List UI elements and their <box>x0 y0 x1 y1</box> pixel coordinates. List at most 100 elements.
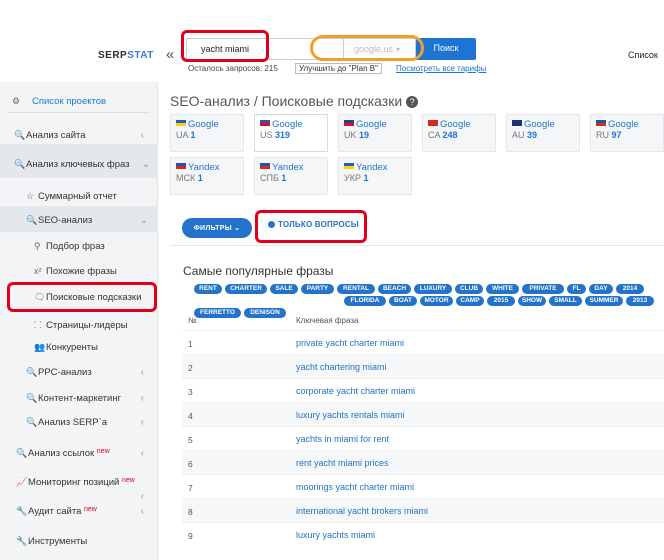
keyword-tag[interactable]: WHITE <box>486 284 519 294</box>
sidebar-item-competitors[interactable]: 👥Конкуренты <box>34 342 192 353</box>
serpstat-logo[interactable]: SERPSTAT <box>98 50 154 61</box>
sidebar-item-rank-tracking[interactable]: 📈Мониторинг позиций new ‹ <box>16 477 158 502</box>
keyword-tag[interactable]: RENTAL <box>337 284 375 294</box>
database-card-google-1[interactable]: Google UA 1 <box>170 114 244 152</box>
keyword-tag[interactable]: DAY <box>589 284 613 294</box>
column-header-number: № <box>188 316 197 325</box>
requests-left-text: Осталось запросов: 215 <box>188 64 278 73</box>
collapse-sidebar-icon[interactable]: « <box>166 46 174 63</box>
database-region-count: RU 97 <box>596 130 622 140</box>
row-number: 4 <box>188 411 193 421</box>
chevron-left-icon: ‹ <box>140 367 144 378</box>
keyword-tag[interactable]: LUXURY <box>414 284 452 294</box>
keyword-tag[interactable]: MOTOR <box>420 296 453 306</box>
only-questions-highlight-box <box>255 210 367 243</box>
sidebar-item-backlinks[interactable]: 🔍Анализ ссылок new ‹ <box>16 448 158 459</box>
keyword-tag[interactable]: FERRETTO <box>194 308 241 318</box>
filters-button[interactable]: ФИЛЬТРЫ ⌄ <box>182 218 252 238</box>
keyword-tag[interactable]: BEACH <box>378 284 411 294</box>
sidebar-item-site-audit[interactable]: 🔧Аудит сайта new ‹ <box>16 506 158 517</box>
flag-icon <box>428 120 438 126</box>
database-region-count: US 319 <box>260 130 291 140</box>
database-card-yandex-8[interactable]: Yandex СПБ 1 <box>254 157 328 195</box>
suggestions-highlight-box <box>7 282 157 312</box>
keyword-phrase-link[interactable]: moorings yacht charter miami <box>296 482 414 492</box>
keyword-phrase-link[interactable]: international yacht brokers miami <box>296 506 428 516</box>
search-icon: 🔍 <box>16 448 28 458</box>
sidebar-item-seo-analysis[interactable]: 🔍SEO-анализ ⌄ <box>26 215 158 226</box>
database-region-count: СПБ 1 <box>260 173 287 183</box>
keyword-tag[interactable]: CLUB <box>455 284 483 294</box>
keyword-phrase-link[interactable]: luxury yachts rentals miami <box>296 410 405 420</box>
sidebar-item-projects[interactable]: ⚙ Список проектов <box>12 96 170 107</box>
database-engine: Google <box>524 119 555 130</box>
database-card-yandex-7[interactable]: Yandex МСК 1 <box>170 157 244 195</box>
keyword-tag[interactable]: 2013 <box>626 296 654 306</box>
keyword-tag[interactable]: SHOW <box>518 296 546 306</box>
popular-tags-cloud: RENT CHARTER SALE PARTY RENTAL BEACH LUXURY CLU… <box>188 284 664 318</box>
top-bar: SERPSTAT « yacht miami google.us ▾ Поиск … <box>0 0 664 82</box>
sidebar-item-summary[interactable]: ☆ Суммарный отчет <box>26 191 184 202</box>
popular-phrases-title: Самые популярные фразы <box>183 264 334 278</box>
chevron-left-icon: ‹ <box>140 491 144 502</box>
keyword-tag[interactable]: DENISON <box>244 308 286 318</box>
wrench-icon: 🔧 <box>16 506 28 516</box>
new-badge: new <box>96 448 110 455</box>
row-number: 8 <box>188 507 193 517</box>
search-icon: 🔍 <box>26 367 38 377</box>
sidebar-item-tools[interactable]: 🔧Инструменты <box>16 536 174 547</box>
keyword-tag[interactable]: SALE <box>270 284 298 294</box>
keyword-tag[interactable]: 2014 <box>616 284 644 294</box>
database-card-google-5[interactable]: Google AU 39 <box>506 114 580 152</box>
keyword-phrase-link[interactable]: rent yacht miami prices <box>296 458 389 468</box>
database-highlight-ellipse <box>310 35 424 61</box>
keyword-tag[interactable]: FL <box>567 284 586 294</box>
keyword-phrase-link[interactable]: luxury yachts miami <box>296 530 375 540</box>
sidebar-item-similar-phrases[interactable]: x² Похожие фразы <box>34 266 192 277</box>
new-badge: new <box>122 477 135 484</box>
keyword-tag[interactable]: FLORIDA <box>344 296 386 306</box>
upgrade-plan-button[interactable]: Улучшить до "Plan B" <box>295 63 382 74</box>
sidebar-item-serp-analysis[interactable]: 🔍Анализ SERP`а ‹ <box>26 417 158 428</box>
table-row: 3 corporate yacht charter miami <box>182 379 664 403</box>
keyword-tag[interactable]: CHARTER <box>225 284 267 294</box>
keyword-tag[interactable]: SUMMER <box>585 296 623 306</box>
column-header-phrase[interactable]: Ключевая фраза <box>296 316 358 325</box>
flag-icon <box>260 163 270 169</box>
keyword-tag[interactable]: 2015 <box>487 296 515 306</box>
keyword-phrase-link[interactable]: private yacht charter miami <box>296 338 404 348</box>
sidebar-item-top-pages[interactable]: ⸬ Страницы-лидеры <box>34 318 192 331</box>
search-icon: 🔍 <box>26 215 38 225</box>
sidebar-item-phrase-selection[interactable]: ⚲ Подбор фраз <box>34 241 192 252</box>
keyword-phrase-link[interactable]: corporate yacht charter miami <box>296 386 415 396</box>
sidebar-item-keyword-analysis[interactable]: 🔍Анализ ключевых фраз ⌄ <box>14 159 158 170</box>
keyword-tag[interactable]: CAMP <box>456 296 484 306</box>
database-engine: Yandex <box>272 162 304 173</box>
keyword-phrase-link[interactable]: yacht chartering miami <box>296 362 387 372</box>
search-icon: 🔍 <box>26 393 38 403</box>
database-card-google-3[interactable]: Google UK 19 <box>338 114 412 152</box>
top-right-menu-item[interactable]: Спиcок <box>628 50 658 60</box>
table-row: 7 moorings yacht charter miami <box>182 475 664 499</box>
database-card-yandex-9[interactable]: Yandex УКР 1 <box>338 157 412 195</box>
chevron-down-icon: ⌄ <box>139 215 148 226</box>
keyword-tag[interactable]: RENT <box>194 284 222 294</box>
all-tariffs-link[interactable]: Посмотреть все тарифы <box>396 64 486 73</box>
database-card-google-4[interactable]: Google CA 248 <box>422 114 496 152</box>
search-button[interactable]: Поиск <box>416 38 476 60</box>
search-icon: 🔍 <box>26 417 38 427</box>
keyword-tag[interactable]: PRIVATE <box>522 284 564 294</box>
sidebar-item-site-analysis[interactable]: 🔍Анализ сайта ‹ <box>14 130 158 141</box>
database-card-google-2[interactable]: Google US 319 <box>254 114 328 152</box>
keyword-tag[interactable]: SMALL <box>549 296 582 306</box>
row-number: 1 <box>188 339 193 349</box>
help-icon[interactable]: ? <box>406 96 419 108</box>
sidebar-item-content-marketing[interactable]: 🔍Контент-маркетинг ‹ <box>26 393 158 404</box>
keyword-tag[interactable]: PARTY <box>301 284 334 294</box>
sidebar-item-ppc[interactable]: 🔍PPC-анализ ‹ <box>26 367 158 378</box>
keyword-tag[interactable]: BOAT <box>389 296 417 306</box>
chevron-left-icon: ‹ <box>140 130 144 141</box>
keyword-phrase-link[interactable]: yachts in miami for rent <box>296 434 389 444</box>
flag-icon <box>176 120 186 126</box>
database-card-google-6[interactable]: Google RU 97 <box>590 114 664 152</box>
